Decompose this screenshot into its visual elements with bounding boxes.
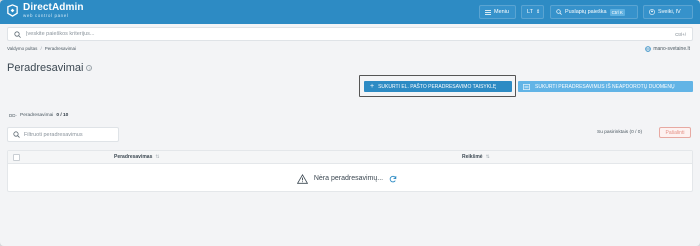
language-selector[interactable]: LT ⇕ [521, 5, 544, 19]
user-circle-icon [649, 9, 655, 15]
logo[interactable]: DirectAdmin web control panel [6, 3, 84, 19]
selected-count: Su pasirinktais (0 / 0) [597, 130, 643, 135]
search-icon [556, 9, 562, 15]
refresh-icon[interactable] [389, 175, 397, 183]
domain-label: mano-svetaine.lt [653, 46, 690, 52]
breadcrumb-current: Peradresavimai [44, 46, 76, 51]
sort-icon: ⇅ [485, 154, 490, 160]
forwarders-table: Peradresavimas ⇅ Reikšmė ⇅ Nėra peradres… [7, 150, 693, 192]
menu-label: Meniu [494, 9, 509, 15]
user-label: Sveiki, lV [658, 9, 681, 15]
column-value-label: Reikšmė [462, 154, 483, 160]
domain-selector[interactable]: mano-svetaine.lt [645, 46, 690, 52]
empty-state: Nėra peradresavimų... [8, 164, 692, 193]
create-from-raw-button[interactable]: SUKURTI PERADRESAVIMUS IŠ NEAPDOROTŲ DUO… [518, 81, 693, 92]
page-title-text: Peradresavimai [7, 62, 84, 74]
menu-button[interactable]: Meniu [479, 5, 516, 19]
globe-icon [645, 46, 652, 52]
global-search[interactable]: Ctrl+/ [7, 27, 693, 41]
empty-text: Nėra peradresavimų... [313, 175, 384, 182]
user-menu-button[interactable]: Sveiki, lV [643, 5, 693, 19]
breadcrumb: Valdymo pultas / Peradresavimai [7, 46, 76, 51]
app-tagline: web control panel [23, 13, 69, 18]
search-shortcut: Ctrl+/ [675, 31, 686, 37]
create-from-raw-label: SUKURTI PERADRESAVIMUS IŠ NEAPDOROTŲ DUO… [535, 83, 675, 90]
table-header: Peradresavimas ⇅ Reikšmė ⇅ [8, 151, 692, 164]
info-icon[interactable]: ? [86, 65, 93, 71]
search-input[interactable] [26, 31, 676, 37]
filter-input[interactable] [23, 131, 113, 138]
import-icon [523, 83, 530, 90]
delete-button[interactable]: Pašalinti [659, 127, 691, 138]
create-forwarder-button[interactable]: + SUKURTI EL. PAŠTO PERADRESAVIMO TAISYK… [364, 81, 512, 92]
counter-label: Peradresavimai [20, 113, 54, 118]
counter-value: 0 / 10 [56, 113, 69, 118]
hamburger-icon [485, 9, 491, 15]
page-title: Peradresavimai ? [7, 62, 93, 74]
delete-label: Pašalinti [665, 129, 685, 136]
search-icon [13, 131, 20, 138]
app-name: DirectAdmin [23, 2, 84, 13]
forwarders-counter: DD· Peradresavimai 0 / 10 [9, 113, 68, 118]
top-bar: DirectAdmin web control panel Meniu LT ⇕… [0, 0, 700, 24]
column-header-value[interactable]: Reikšmė ⇅ [462, 154, 490, 160]
column-header-forwarder[interactable]: Peradresavimas ⇅ [114, 154, 160, 160]
plus-icon: + [370, 83, 375, 90]
breadcrumb-dashboard[interactable]: Valdymo pultas [7, 46, 37, 51]
sort-icon: ⇅ [155, 154, 160, 160]
quick-search-shortcut: Ctrl K [609, 8, 625, 16]
select-all-checkbox[interactable] [13, 154, 20, 161]
quick-search-label: Puslapių paieška [565, 9, 607, 15]
directadmin-logo-icon [7, 4, 18, 18]
filter-box[interactable] [7, 127, 119, 142]
breadcrumb-separator: / [40, 46, 42, 51]
language-label: LT [527, 9, 534, 15]
create-forwarder-label: SUKURTI EL. PAŠTO PERADRESAVIMO TAISYKLĘ [378, 83, 497, 90]
column-forwarder-label: Peradresavimas [114, 154, 153, 160]
search-icon [14, 30, 21, 38]
quick-search-button[interactable]: Puslapių paieška Ctrl K [550, 5, 638, 19]
warning-icon [296, 173, 308, 184]
counter-icon: DD· [9, 113, 17, 118]
updown-icon: ⇕ [536, 9, 541, 15]
app-frame: DirectAdmin web control panel Meniu LT ⇕… [0, 0, 700, 246]
